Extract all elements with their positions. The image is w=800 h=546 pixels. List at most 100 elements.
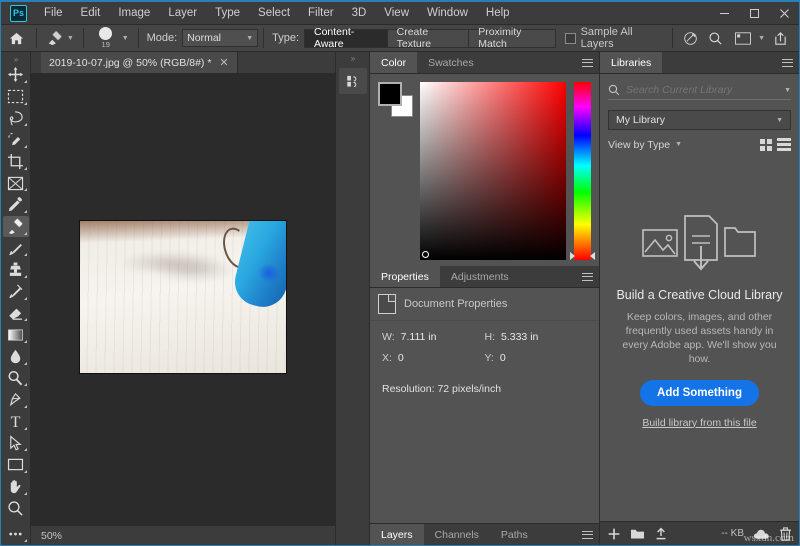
tab-libraries[interactable]: Libraries xyxy=(600,52,662,73)
frame-tool[interactable] xyxy=(3,173,29,194)
libraries-panel-menu-button[interactable] xyxy=(775,52,799,73)
dodge-tool[interactable] xyxy=(3,368,29,389)
rectangle-tool[interactable] xyxy=(3,454,29,475)
layers-panel-menu-button[interactable] xyxy=(575,524,599,545)
mode-value: Normal xyxy=(187,32,221,44)
tab-color[interactable]: Color xyxy=(370,52,417,73)
home-button[interactable] xyxy=(3,26,31,51)
eyedropper-tool[interactable] xyxy=(3,194,29,215)
gradient-tool[interactable] xyxy=(3,324,29,345)
workspace: » xyxy=(1,52,799,545)
library-view-controls: View by Type ▼ xyxy=(608,138,791,151)
menu-type[interactable]: Type xyxy=(206,4,249,22)
move-tool[interactable] xyxy=(3,64,29,85)
tab-properties[interactable]: Properties xyxy=(370,266,440,287)
hue-cursor-left xyxy=(570,252,575,260)
upload-icon[interactable] xyxy=(654,527,668,541)
canvas-area[interactable] xyxy=(31,74,335,525)
list-view-icon[interactable] xyxy=(777,138,791,151)
menu-view[interactable]: View xyxy=(375,4,418,22)
folder-icon[interactable] xyxy=(630,527,645,540)
menu-window[interactable]: Window xyxy=(418,4,477,22)
sample-all-layers-checkbox[interactable]: Sample All Layers xyxy=(565,26,662,50)
menu-3d[interactable]: 3D xyxy=(343,4,376,22)
menu-help[interactable]: Help xyxy=(477,4,519,22)
build-library-link[interactable]: Build library from this file xyxy=(642,417,756,429)
healing-brush-tool[interactable] xyxy=(3,216,29,237)
menu-filter[interactable]: Filter xyxy=(299,4,343,22)
type-tool[interactable]: T xyxy=(3,411,29,432)
foreground-color-swatch[interactable] xyxy=(378,82,402,106)
view-by-type-label[interactable]: View by Type xyxy=(608,139,670,151)
hue-slider[interactable] xyxy=(574,82,591,260)
blur-tool[interactable] xyxy=(3,346,29,367)
tab-channels[interactable]: Channels xyxy=(424,524,490,545)
crop-tool[interactable] xyxy=(3,151,29,172)
chevron-down-icon: ▼ xyxy=(67,35,74,42)
grid-view-icon[interactable] xyxy=(760,139,772,151)
color-swatches xyxy=(378,82,412,116)
quick-selection-tool[interactable] xyxy=(3,129,29,150)
menu-edit[interactable]: Edit xyxy=(72,4,110,22)
brush-preset-picker[interactable]: ▼ xyxy=(42,30,78,46)
minimize-button[interactable] xyxy=(709,2,739,25)
hamburger-icon xyxy=(582,59,593,67)
workspace-icon xyxy=(735,32,751,45)
chevron-down-icon[interactable]: ▼ xyxy=(784,87,791,94)
gradient-icon xyxy=(7,328,24,342)
history-panel-button[interactable] xyxy=(339,68,367,94)
eraser-tool[interactable] xyxy=(3,303,29,324)
saturation-value-picker[interactable] xyxy=(420,82,566,260)
tab-adjustments[interactable]: Adjustments xyxy=(440,266,520,287)
share-button[interactable] xyxy=(767,26,793,50)
menu-bar: File Edit Image Layer Type Select Filter… xyxy=(35,4,519,22)
more-tools-button[interactable] xyxy=(3,523,29,544)
y-field[interactable]: Y: 0 xyxy=(485,352,588,364)
close-icon[interactable]: ✕ xyxy=(219,56,228,69)
menu-layer[interactable]: Layer xyxy=(159,4,206,22)
library-name: My Library xyxy=(616,114,665,126)
menu-image[interactable]: Image xyxy=(109,4,159,22)
lasso-tool[interactable] xyxy=(3,108,29,129)
path-selection-tool[interactable] xyxy=(3,433,29,454)
pen-tool[interactable] xyxy=(3,389,29,410)
close-button[interactable] xyxy=(769,2,799,25)
document-image[interactable] xyxy=(79,220,287,374)
type-option-proximity-match[interactable]: Proximity Match xyxy=(468,29,556,48)
zoom-tool[interactable] xyxy=(3,498,29,519)
dock-grip[interactable]: » xyxy=(351,52,354,64)
menu-file[interactable]: File xyxy=(35,4,72,22)
history-brush-tool[interactable] xyxy=(3,281,29,302)
marquee-tool[interactable] xyxy=(3,86,29,107)
library-selector[interactable]: My Library ▼ xyxy=(608,110,791,130)
add-something-button[interactable]: Add Something xyxy=(640,380,759,406)
height-field[interactable]: H: 5.333 in xyxy=(485,331,588,343)
tab-layers[interactable]: Layers xyxy=(370,524,424,545)
tab-swatches[interactable]: Swatches xyxy=(417,52,485,73)
hand-tool[interactable] xyxy=(3,476,29,497)
chevron-down-icon[interactable]: ▼ xyxy=(758,35,765,42)
maximize-button[interactable] xyxy=(739,2,769,25)
pressure-size-toggle[interactable] xyxy=(678,26,702,50)
mode-select[interactable]: Normal ▼ xyxy=(182,29,258,47)
search-button[interactable] xyxy=(702,26,728,50)
library-search-input[interactable] xyxy=(626,84,778,96)
share-icon xyxy=(773,31,788,46)
clone-stamp-tool[interactable] xyxy=(3,259,29,280)
color-panel-menu-button[interactable] xyxy=(575,52,599,73)
brush-size-picker[interactable]: 19 ▼ xyxy=(89,27,133,49)
chevron-down-icon[interactable]: ▼ xyxy=(675,141,682,148)
properties-panel-menu-button[interactable] xyxy=(575,266,599,287)
menu-select[interactable]: Select xyxy=(249,4,299,22)
brush-tool[interactable] xyxy=(3,238,29,259)
zoom-level[interactable]: 50% xyxy=(41,530,62,542)
x-field[interactable]: X: 0 xyxy=(382,352,485,364)
workspace-button[interactable] xyxy=(730,26,756,50)
type-option-create-texture[interactable]: Create Texture xyxy=(387,29,470,48)
document-tab[interactable]: 2019-10-07.jpg @ 50% (RGB/8#) * ✕ xyxy=(41,52,238,73)
width-field[interactable]: W: 7.111 in xyxy=(382,331,485,343)
toolbar-grip[interactable]: » xyxy=(1,54,30,64)
tab-paths[interactable]: Paths xyxy=(490,524,539,545)
add-icon[interactable] xyxy=(607,527,621,541)
type-option-content-aware[interactable]: Content-Aware xyxy=(304,29,388,48)
